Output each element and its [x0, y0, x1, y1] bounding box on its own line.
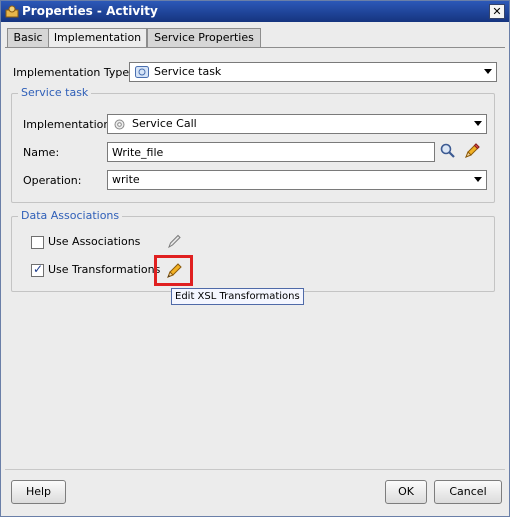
cancel-button[interactable]: Cancel	[434, 480, 502, 504]
tab-implementation[interactable]: Implementation	[48, 28, 147, 48]
implementation-type-label: Implementation Type:	[13, 66, 133, 79]
name-label: Name:	[23, 146, 60, 159]
magnifier-icon[interactable]	[439, 142, 457, 160]
implementation-type-select[interactable]: Service task	[129, 62, 497, 82]
footer-divider	[5, 469, 505, 470]
title-bar: Properties - Activity ✕	[1, 1, 509, 22]
ok-button[interactable]: OK	[385, 480, 427, 504]
chevron-down-icon	[484, 69, 492, 74]
use-associations-checkbox[interactable]	[31, 236, 44, 249]
implementation-select[interactable]: Service Call	[107, 114, 487, 134]
chevron-down-icon	[474, 177, 482, 182]
data-associations-group: Data Associations	[11, 209, 495, 292]
data-associations-legend: Data Associations	[18, 209, 123, 222]
operation-value: write	[112, 173, 140, 186]
implementation-label: Implementation:	[23, 118, 115, 131]
edit-associations-pencil-icon[interactable]	[165, 232, 183, 250]
operation-label: Operation:	[23, 174, 82, 187]
properties-window-icon	[5, 5, 19, 18]
name-input[interactable]	[108, 143, 434, 161]
window-title: Properties - Activity	[22, 4, 158, 18]
service-task-legend: Service task	[18, 86, 92, 99]
operation-select[interactable]: write	[107, 170, 487, 190]
implementation-value: Service Call	[132, 117, 197, 130]
tab-basic[interactable]: Basic	[7, 28, 49, 47]
name-field[interactable]	[107, 142, 435, 162]
implementation-type-value: Service task	[154, 65, 222, 78]
tab-service-properties[interactable]: Service Properties	[147, 28, 261, 47]
service-task-icon	[135, 66, 149, 78]
pencil-icon[interactable]	[463, 142, 481, 160]
use-transformations-label: Use Transformations	[48, 263, 161, 276]
properties-dialog: Properties - Activity ✕ Basic Implementa…	[0, 0, 510, 517]
tab-divider	[5, 47, 505, 48]
use-transformations-checkbox[interactable]: ✓	[31, 262, 44, 277]
help-button[interactable]: Help	[11, 480, 66, 504]
use-associations-label: Use Associations	[48, 235, 141, 248]
chevron-down-icon	[474, 121, 482, 126]
edit-transformations-pencil-icon[interactable]	[165, 262, 183, 280]
close-button[interactable]: ✕	[489, 4, 505, 19]
checkmark-icon: ✓	[33, 262, 44, 276]
gear-icon	[114, 119, 125, 130]
tooltip: Edit XSL Transformations	[171, 288, 304, 305]
